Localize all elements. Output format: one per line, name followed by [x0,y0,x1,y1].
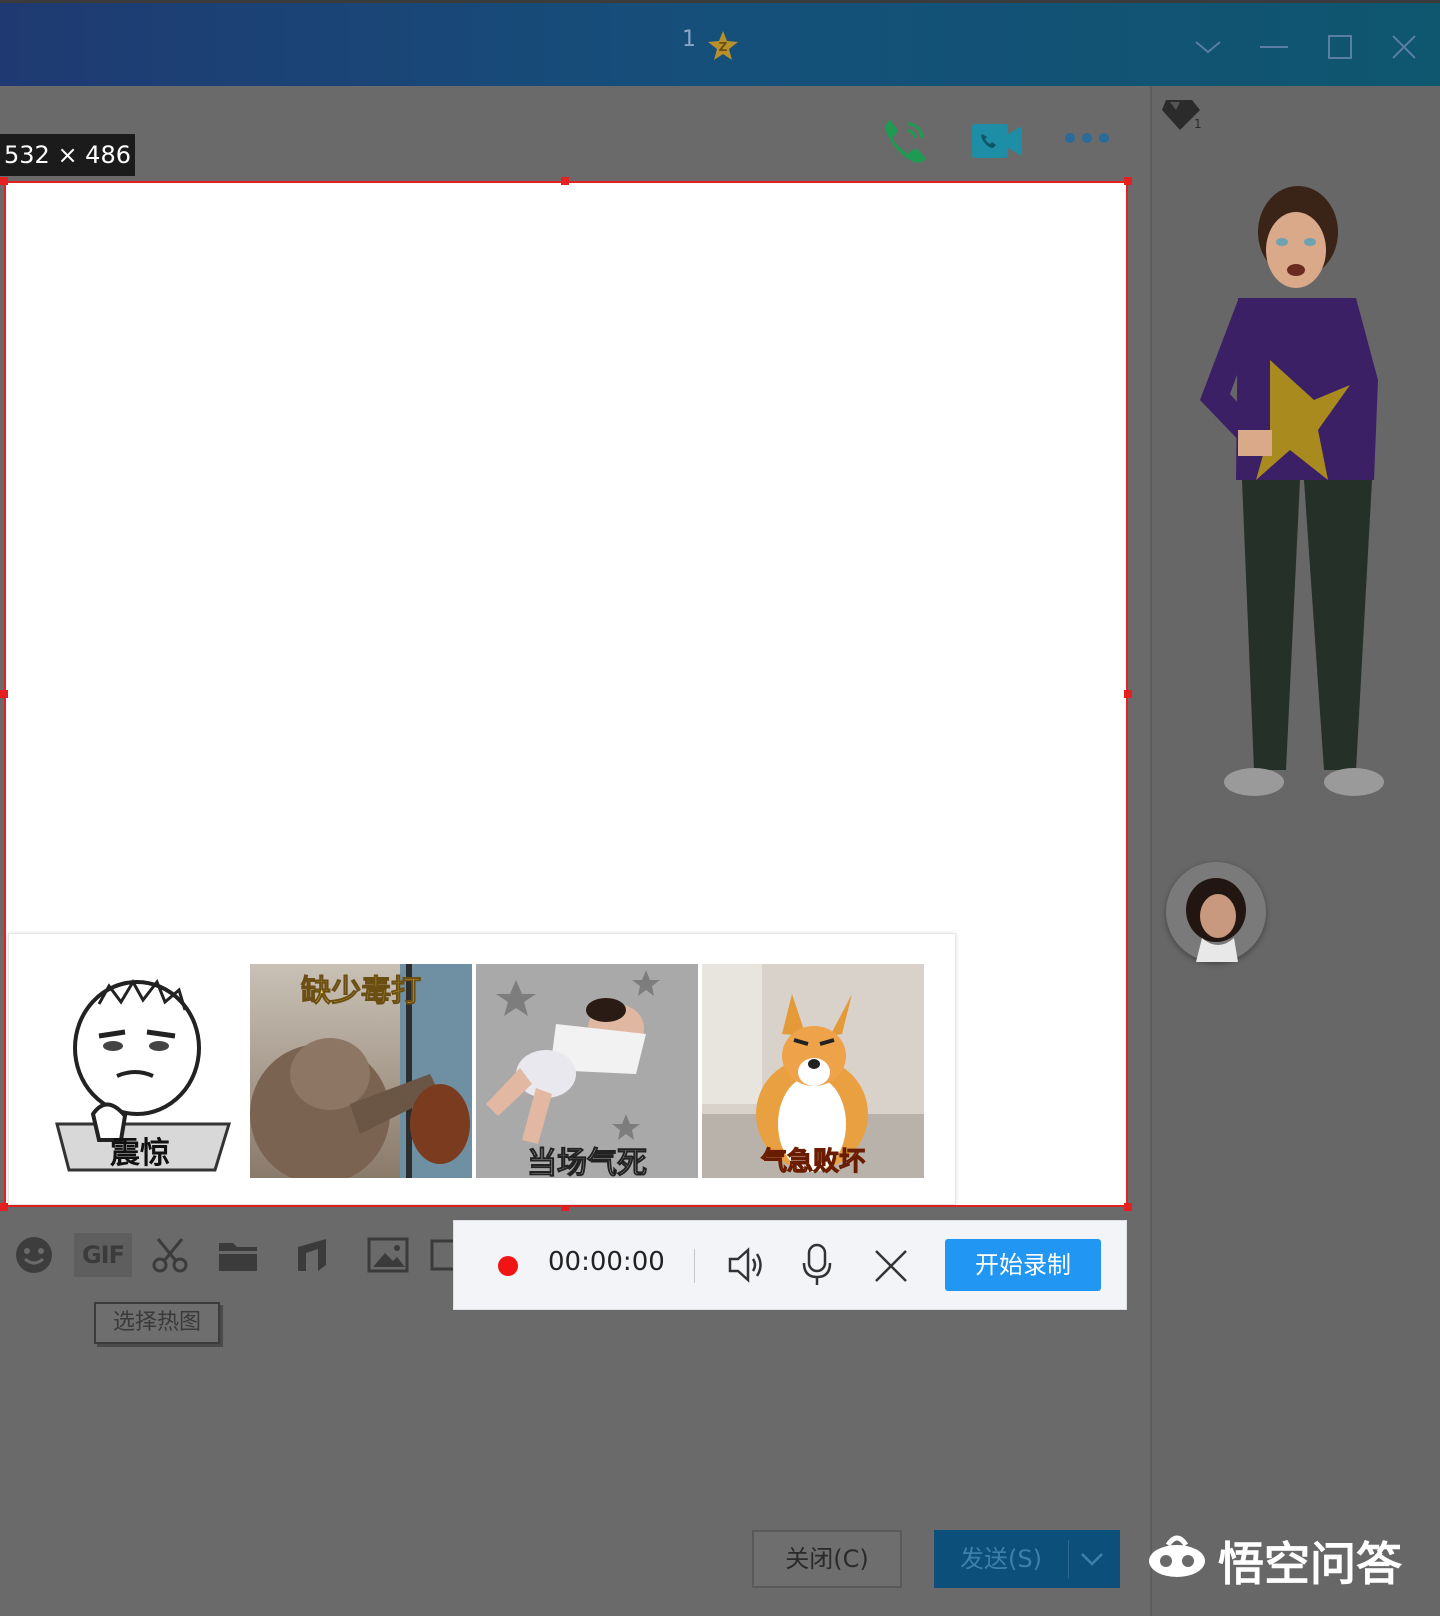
divider [694,1249,695,1283]
gif-item-baby[interactable]: 当场气死 [476,964,698,1178]
resize-handle-bottom-left[interactable] [0,1203,8,1211]
scissors-icon[interactable] [148,1233,192,1277]
gif-caption: 缺少毒打 [301,974,422,1010]
title-count: 1 [682,27,696,52]
minimize-icon[interactable] [1254,27,1294,67]
svg-text:1: 1 [1194,117,1202,131]
close-recorder-icon[interactable] [874,1249,908,1287]
voice-call-icon[interactable] [878,114,932,172]
more-options-icon[interactable] [1062,128,1112,152]
friend-avatar[interactable] [1166,862,1266,962]
capture-size-label: 532 × 486 [0,134,135,176]
screen-record-icon[interactable] [430,1233,454,1277]
music-note-icon[interactable] [290,1233,334,1277]
close-button[interactable]: 关闭(C) [752,1530,902,1588]
maximize-icon[interactable] [1320,27,1360,67]
send-options-chevron-icon[interactable] [1078,1550,1106,1572]
gif-item-corgi[interactable]: 气急败坏 [702,964,924,1178]
resize-handle-left[interactable] [0,690,8,698]
resize-handle-top-left[interactable] [0,177,8,185]
gif-picker-panel: 震惊 缺少毒打 当场气死 气急败坏 [8,933,956,1205]
resize-handle-bottom-right[interactable] [1124,1203,1132,1211]
close-window-icon[interactable] [1384,27,1424,67]
star-badge-icon: Z [706,29,740,67]
avatar-character-image [1178,180,1408,824]
gif-caption: 震惊 [110,1136,170,1171]
window-titlebar: 1 Z [0,0,1440,86]
dropdown-chevron-icon[interactable] [1188,27,1228,67]
folder-icon[interactable] [216,1233,260,1277]
gif-item-shocked[interactable]: 震惊 [29,964,251,1178]
watermark-text: 悟空问答 [1218,1537,1402,1591]
gif-caption: 当场气死 [527,1146,648,1179]
watermark: 悟空问答 [1146,1528,1402,1594]
resize-handle-top-right[interactable] [1124,177,1132,185]
emoji-icon[interactable] [12,1233,56,1277]
gif-button[interactable]: GIF [74,1233,132,1277]
wukong-logo-icon [1146,1533,1208,1590]
image-icon[interactable] [366,1233,410,1277]
speaker-icon[interactable] [726,1245,766,1289]
gif-caption: 气急败坏 [760,1147,865,1178]
record-timer: 00:00:00 [548,1247,665,1277]
diamond-icon[interactable]: 1 [1160,96,1204,136]
divider [1068,1540,1069,1578]
gif-item-cat[interactable]: 缺少毒打 [250,964,472,1178]
microphone-icon[interactable] [800,1243,834,1291]
resize-handle-right[interactable] [1124,690,1132,698]
record-indicator-dot [498,1256,518,1276]
gif-icon: GIF [81,1241,125,1269]
video-call-icon[interactable] [970,120,1024,166]
send-label: 发送(S) [960,1545,1042,1573]
svg-text:Z: Z [719,40,728,54]
send-button[interactable]: 发送(S) [934,1530,1120,1588]
recording-toolbar: 00:00:00 开始录制 [453,1220,1127,1310]
hotpic-tooltip: 选择热图 [94,1302,220,1344]
start-recording-button[interactable]: 开始录制 [945,1239,1101,1291]
resize-handle-top[interactable] [561,177,569,185]
